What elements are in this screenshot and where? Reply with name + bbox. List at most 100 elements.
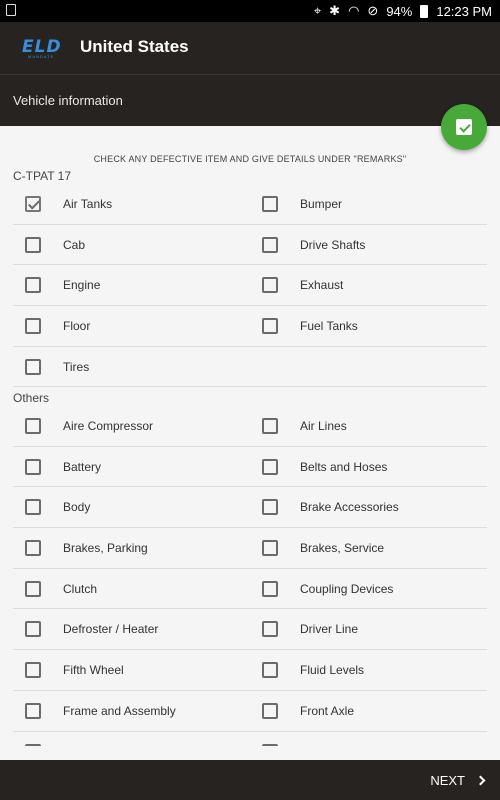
checklist-item[interactable]: Front Axle bbox=[262, 691, 492, 731]
checkbox[interactable] bbox=[262, 743, 278, 746]
item-label: Fifth Wheel bbox=[63, 663, 124, 678]
checklist-item[interactable]: Air Tanks bbox=[25, 184, 255, 224]
checklist-item[interactable]: Tires bbox=[25, 347, 255, 387]
checklist-item[interactable]: Fifth Wheel bbox=[25, 650, 255, 690]
checklist-row: Floor Fuel Tanks bbox=[13, 306, 487, 347]
checklist-item[interactable]: Drive Shafts bbox=[262, 225, 492, 265]
checkbox[interactable] bbox=[262, 540, 278, 557]
checklist-item[interactable]: Fluid Levels bbox=[262, 650, 492, 690]
checklist-item[interactable]: Belts and Hoses bbox=[262, 447, 492, 487]
checklist-item[interactable]: Horn bbox=[25, 732, 255, 746]
checklist-item[interactable]: Frame and Assembly bbox=[25, 691, 255, 731]
checklist-item[interactable]: Bumper bbox=[262, 184, 492, 224]
item-label: Brakes, Service bbox=[300, 541, 385, 556]
do-not-disturb-icon: ⊘ bbox=[367, 3, 379, 18]
checkbox-checked[interactable] bbox=[25, 196, 41, 212]
checklist-row: Tires bbox=[13, 347, 487, 388]
section-title: C-TPAT 17 bbox=[13, 169, 72, 183]
item-label: Defroster / Heater bbox=[63, 622, 159, 637]
item-label: Driver Line bbox=[300, 622, 359, 637]
checkbox[interactable] bbox=[262, 318, 278, 335]
checklist-item[interactable]: Aire Compressor bbox=[25, 406, 255, 446]
checklist-item[interactable]: Driver Line bbox=[262, 609, 492, 649]
checkbox[interactable] bbox=[25, 358, 41, 375]
item-label: Engine bbox=[63, 278, 101, 293]
item-label: Exhaust bbox=[300, 278, 344, 293]
status-bar: ⌖ ✱ ◠ ⊘ 94% 12:23 PM bbox=[0, 0, 500, 22]
checklist-item[interactable]: Battery bbox=[25, 447, 255, 487]
checkbox[interactable] bbox=[25, 236, 41, 253]
checkbox[interactable] bbox=[25, 277, 41, 294]
item-label: Tires bbox=[63, 359, 90, 374]
clock: 12:23 PM bbox=[436, 3, 492, 19]
bluetooth-icon: ✱ bbox=[329, 3, 341, 18]
checklist-item[interactable]: Cab bbox=[25, 225, 255, 265]
checkbox[interactable] bbox=[25, 743, 41, 746]
checkbox[interactable] bbox=[262, 662, 278, 679]
item-label: Aire Compressor bbox=[63, 419, 154, 433]
item-label: Frame and Assembly bbox=[63, 703, 176, 718]
checklist-item[interactable]: Body bbox=[25, 487, 255, 527]
checklist-row: Cab Drive Shafts bbox=[13, 225, 487, 266]
confirm-fab-button[interactable] bbox=[441, 104, 487, 150]
checklist-item[interactable]: Brakes, Service bbox=[262, 528, 492, 568]
checklist-item[interactable]: Brakes, Parking bbox=[25, 528, 255, 568]
bottom-bar: NEXT bbox=[0, 760, 500, 800]
item-label: Cab bbox=[63, 237, 86, 252]
item-label: Battery bbox=[63, 459, 102, 474]
checkbox[interactable] bbox=[25, 318, 41, 335]
checklist-item[interactable]: Air Lines bbox=[262, 406, 492, 446]
checkbox[interactable] bbox=[25, 662, 41, 679]
checkbox[interactable] bbox=[262, 236, 278, 253]
checklist-item[interactable]: Coupling Devices bbox=[262, 569, 492, 609]
checkbox[interactable] bbox=[262, 458, 278, 475]
checklist-row: Battery Belts and Hoses bbox=[13, 447, 487, 488]
checklist-row: Clutch Coupling Devices bbox=[13, 569, 487, 610]
checkbox[interactable] bbox=[25, 540, 41, 557]
checklist-row: Fifth Wheel Fluid Levels bbox=[13, 650, 487, 691]
checkbox[interactable] bbox=[262, 580, 278, 597]
item-label: Bumper bbox=[300, 197, 343, 211]
checkbox[interactable] bbox=[25, 621, 41, 638]
item-label: Air Lines bbox=[300, 419, 347, 433]
next-label: NEXT bbox=[430, 772, 465, 788]
checkbox[interactable] bbox=[25, 499, 41, 516]
wifi-icon: ◠ bbox=[348, 3, 360, 18]
app-title: United States bbox=[80, 37, 189, 56]
checkbox[interactable] bbox=[25, 702, 41, 719]
checkbox[interactable] bbox=[262, 196, 278, 212]
checkbox[interactable] bbox=[262, 702, 278, 719]
checklist-item[interactable]: Defroster / Heater bbox=[25, 609, 255, 649]
checklist-item[interactable]: Clutch bbox=[25, 569, 255, 609]
app-bar: ELD MANDATE United States bbox=[0, 22, 500, 74]
eld-logo: ELD MANDATE bbox=[22, 37, 62, 59]
item-label: Air Tanks bbox=[63, 197, 113, 211]
notification-icon bbox=[6, 4, 16, 16]
checklist-item[interactable]: Lights bbox=[262, 732, 492, 746]
item-label: Floor bbox=[63, 319, 91, 334]
checklist-item[interactable]: Exhaust bbox=[262, 265, 492, 305]
checklist-item[interactable]: Brake Accessories bbox=[262, 487, 492, 527]
checkbox[interactable] bbox=[25, 580, 41, 597]
page-title: Vehicle information bbox=[13, 93, 123, 108]
section-title: Others bbox=[13, 391, 50, 405]
battery-icon bbox=[420, 4, 429, 18]
next-button[interactable]: NEXT bbox=[430, 760, 486, 800]
item-label: Body bbox=[63, 500, 91, 515]
checkbox[interactable] bbox=[25, 418, 41, 434]
checkbox[interactable] bbox=[262, 499, 278, 516]
checkbox[interactable] bbox=[25, 458, 41, 475]
item-label: Coupling Devices bbox=[300, 581, 394, 596]
checklist-content[interactable]: CHECK ANY DEFECTIVE ITEM AND GIVE DETAIL… bbox=[0, 126, 500, 746]
checklist-item[interactable]: Engine bbox=[25, 265, 255, 305]
item-label: Belts and Hoses bbox=[300, 459, 388, 474]
item-label: Brakes, Parking bbox=[63, 541, 148, 556]
location-icon: ⌖ bbox=[313, 3, 322, 18]
checkbox[interactable] bbox=[262, 418, 278, 434]
checkbox[interactable] bbox=[262, 277, 278, 294]
checklist-row: Aire Compressor Air Lines bbox=[13, 406, 487, 447]
item-label: Fluid Levels bbox=[300, 663, 365, 678]
checkbox[interactable] bbox=[262, 621, 278, 638]
checklist-item[interactable]: Fuel Tanks bbox=[262, 306, 492, 346]
checklist-item[interactable]: Floor bbox=[25, 306, 255, 346]
